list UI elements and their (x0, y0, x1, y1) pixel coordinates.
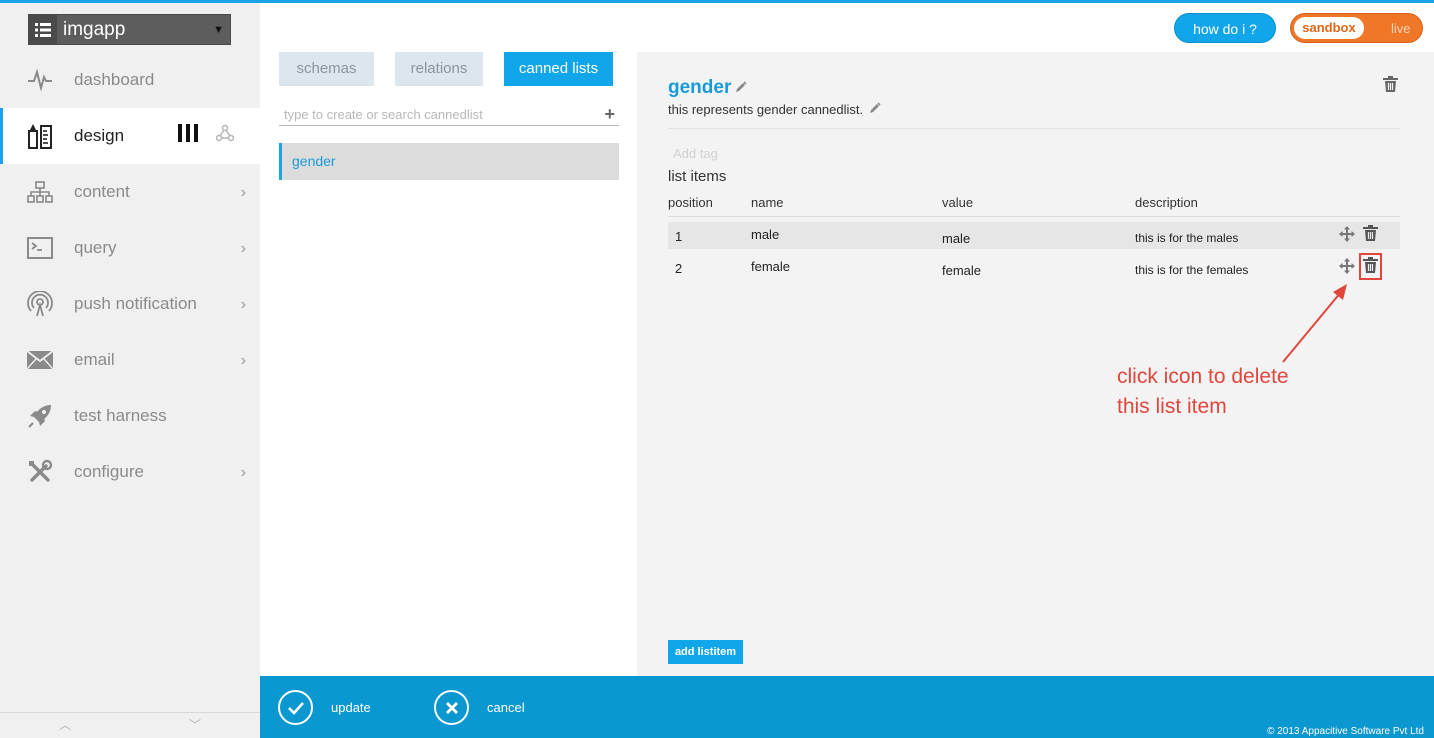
column-header-value: value (942, 195, 974, 210)
list-items-table-header: position name value description (668, 195, 1400, 217)
sidebar-item-label: content (74, 182, 130, 201)
trash-icon[interactable] (1359, 253, 1382, 280)
column-header-description: description (1135, 195, 1198, 210)
sidebar-item-design[interactable]: design (0, 108, 260, 164)
relations-graph-icon[interactable] (215, 124, 235, 147)
row-value[interactable]: male (942, 231, 970, 246)
app-selector[interactable]: imgapp ▼ (28, 14, 231, 45)
chevron-right-icon: › (240, 296, 246, 313)
tab-canned-lists[interactable]: canned lists (504, 52, 613, 86)
pulse-icon (25, 65, 55, 95)
chevron-right-icon: › (240, 464, 246, 481)
sidebar-footer: ︿ ﹀ (0, 712, 260, 738)
pencil-icon[interactable] (869, 102, 881, 117)
sidebar-item-email[interactable]: email › (0, 332, 260, 388)
annotation-line-2: this list item (1117, 395, 1227, 418)
env-sandbox-option[interactable]: sandbox (1294, 17, 1364, 39)
sidebar-nav: dashboard design content › query › push … (0, 52, 260, 500)
schema-columns-icon[interactable] (178, 124, 198, 147)
sidebar: imgapp ▼ dashboard design content › quer… (0, 3, 260, 738)
cannedlist-description: this represents gender cannedlist. (668, 102, 881, 117)
chevron-up-icon[interactable]: ︿ (0, 713, 130, 738)
column-header-position: position (668, 195, 713, 210)
table-row: 2 female female this is for the females (668, 253, 1400, 281)
add-tag-input[interactable] (668, 143, 868, 163)
annotation-text: click icon to delete this list item (1117, 362, 1289, 422)
sidebar-item-label: design (74, 126, 125, 145)
checkmark-icon (278, 690, 313, 725)
update-button[interactable]: update (278, 690, 371, 725)
row-name[interactable]: female (751, 259, 790, 274)
broadcast-icon (25, 289, 55, 319)
row-description[interactable]: this is for the females (1135, 263, 1248, 277)
environment-toggle[interactable]: sandbox live (1290, 13, 1423, 43)
pencil-icon[interactable] (735, 77, 747, 99)
cannedlist-item-gender[interactable]: gender (279, 143, 619, 180)
row-position: 2 (675, 261, 683, 276)
update-label: update (331, 700, 371, 715)
sidebar-item-label: query (74, 238, 117, 257)
annotation-line-1: click icon to delete (1117, 365, 1289, 388)
close-icon (434, 690, 469, 725)
cannedlist-detail-panel: gender this represents gender cannedlist… (637, 52, 1434, 676)
sidebar-item-label: test harness (74, 406, 167, 425)
cannedlist-description-text: this represents gender cannedlist. (668, 102, 864, 117)
envelope-icon (25, 345, 55, 375)
move-icon[interactable] (1339, 226, 1355, 245)
cannedlist-search-input[interactable] (279, 103, 579, 125)
hierarchy-icon (25, 177, 55, 207)
tab-schemas[interactable]: schemas (279, 52, 374, 86)
app-name: imgapp (63, 18, 126, 40)
cannedlist-search: + (279, 103, 619, 126)
trash-icon[interactable] (1383, 76, 1398, 97)
sidebar-item-dashboard[interactable]: dashboard (0, 52, 260, 108)
row-position: 1 (675, 229, 683, 244)
sidebar-item-configure[interactable]: configure › (0, 444, 260, 500)
add-listitem-button[interactable]: add listitem (668, 640, 743, 664)
sidebar-item-content[interactable]: content › (0, 164, 260, 220)
cancel-button[interactable]: cancel (434, 690, 525, 725)
plus-icon[interactable]: + (604, 104, 615, 124)
sidebar-item-push-notification[interactable]: push notification › (0, 276, 260, 332)
trash-icon[interactable] (1363, 225, 1378, 244)
column-header-name: name (751, 195, 784, 210)
chevron-down-icon: ▼ (213, 23, 224, 36)
sidebar-item-query[interactable]: query › (0, 220, 260, 276)
table-row: 1 male male this is for the males (668, 222, 1400, 249)
tools-icon (25, 457, 55, 487)
app-list-icon (29, 15, 57, 44)
how-do-i-button[interactable]: how do i ? (1174, 13, 1276, 43)
copyright: © 2013 Appacitive Software Pvt Ltd (1267, 726, 1424, 737)
design-tools-icon (25, 121, 55, 151)
bottom-action-bar: update cancel © 2013 Appacitive Software… (260, 676, 1434, 738)
chevron-right-icon: › (240, 352, 246, 369)
sidebar-item-label: push notification (74, 294, 197, 313)
env-live-option[interactable]: live (1391, 21, 1411, 36)
list-items-heading: list items (668, 168, 727, 185)
sidebar-item-label: dashboard (74, 70, 155, 89)
tab-relations[interactable]: relations (395, 52, 483, 86)
row-description[interactable]: this is for the males (1135, 231, 1238, 245)
move-icon[interactable] (1339, 258, 1355, 277)
divider (668, 128, 1400, 129)
sidebar-item-label: email (74, 350, 115, 369)
sidebar-item-test-harness[interactable]: test harness (0, 388, 260, 444)
design-subnav (178, 124, 235, 147)
row-name[interactable]: male (751, 227, 779, 242)
cancel-label: cancel (487, 700, 525, 715)
chevron-down-icon[interactable]: ﹀ (130, 713, 260, 738)
cannedlist-title-text: gender (668, 77, 732, 98)
chevron-right-icon: › (240, 184, 246, 201)
terminal-icon (25, 233, 55, 263)
annotation-arrow (1282, 284, 1347, 363)
rocket-icon (25, 401, 55, 431)
sidebar-item-label: configure (74, 462, 144, 481)
chevron-right-icon: › (240, 240, 246, 257)
row-value[interactable]: female (942, 263, 981, 278)
cannedlist-title: gender (668, 77, 747, 99)
